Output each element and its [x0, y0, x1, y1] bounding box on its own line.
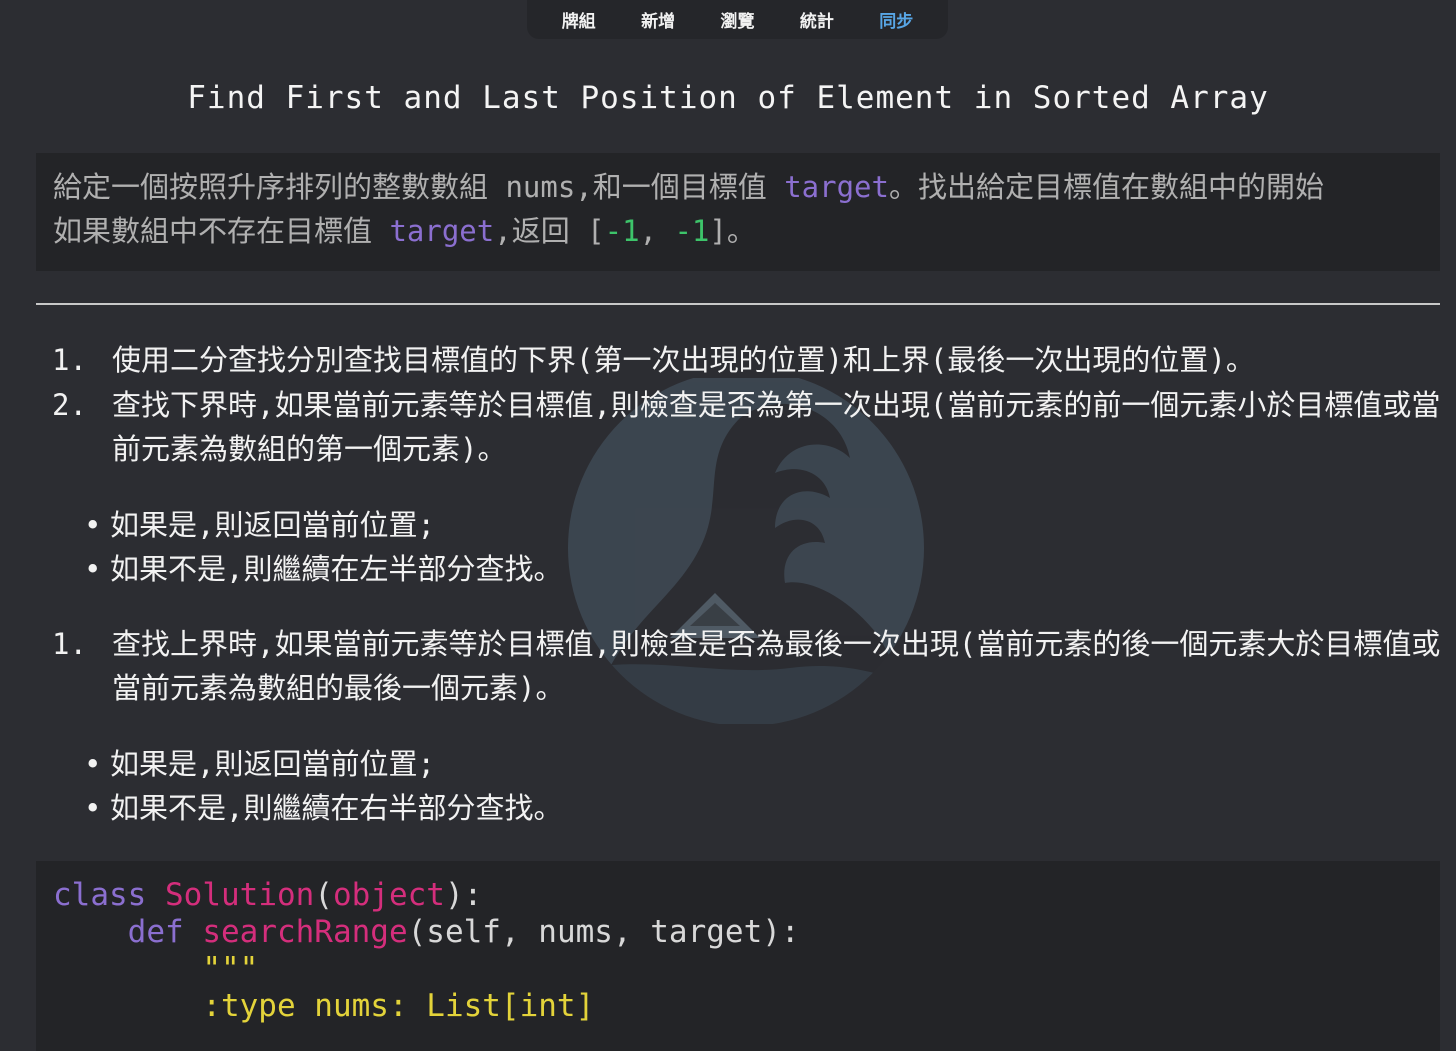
- desc-number: -1: [604, 214, 640, 248]
- desc-text: ,: [639, 214, 675, 248]
- bullet-icon: •: [84, 791, 102, 825]
- top-tab-bar: 牌組 新增 瀏覽 統計 同步: [527, 0, 948, 39]
- tab-decks[interactable]: 牌組: [556, 3, 602, 36]
- list-number: 2.: [52, 388, 87, 422]
- code-keyword: class: [53, 877, 147, 913]
- bullet-item: • 如果不是,則繼續在右半部分查找。: [84, 786, 562, 830]
- desc-target-keyword: target: [389, 214, 495, 248]
- tab-stats[interactable]: 統計: [794, 3, 840, 36]
- desc-text: 。找出給定目標值在數組中的開始: [888, 170, 1324, 204]
- code-punct: ):: [444, 877, 483, 913]
- code-keyword: def: [127, 914, 184, 950]
- list-number: 1.: [52, 627, 87, 661]
- description-line-1: 給定一個按照升序排列的整數數組 nums,和一個目標值 target。找出給定目…: [53, 165, 1440, 209]
- description-block: 給定一個按照升序排列的整數數組 nums,和一個目標值 target。找出給定目…: [36, 153, 1440, 271]
- code-line: def searchRange(self, nums, target):: [53, 914, 1440, 951]
- list-item: 2. 查找下界時,如果當前元素等於目標值,則檢查是否為第一次出現(當前元素的前一…: [52, 383, 1442, 471]
- bullet-item: • 如果是,則返回當前位置;: [84, 742, 435, 786]
- tab-add[interactable]: 新增: [635, 3, 681, 36]
- bullet-icon: •: [84, 747, 102, 781]
- code-builtin: object: [332, 877, 445, 913]
- bullet-text: 如果不是,則繼續在右半部分查找。: [110, 791, 563, 825]
- code-block: class Solution(object): def searchRange(…: [36, 861, 1440, 1051]
- description-line-2: 如果數組中不存在目標值 target,返回 [-1, -1]。: [53, 209, 1440, 253]
- code-class-name: Solution: [165, 877, 315, 913]
- bullet-item: • 如果是,則返回當前位置;: [84, 503, 435, 547]
- desc-number: -1: [674, 214, 710, 248]
- list-item: 1. 查找上界時,如果當前元素等於目標值,則檢查是否為最後一次出現(當前元素的後…: [52, 622, 1442, 710]
- list-text: 查找下界時,如果當前元素等於目標值,則檢查是否為第一次出現(當前元素的前一個元素…: [112, 388, 1441, 466]
- list-number: 1.: [52, 343, 87, 377]
- list-text: 使用二分查找分別查找目標值的下界(第一次出現的位置)和上界(最後一次出現的位置)…: [112, 343, 1255, 377]
- code-line: """: [53, 951, 1440, 988]
- bullet-item: • 如果不是,則繼續在左半部分查找。: [84, 547, 562, 591]
- tab-sync[interactable]: 同步: [873, 3, 919, 36]
- bullet-text: 如果是,則返回當前位置;: [110, 508, 435, 542]
- code-line: :type nums: List[int]: [53, 988, 1440, 1025]
- tab-browse[interactable]: 瀏覽: [714, 3, 760, 36]
- list-text: 查找上界時,如果當前元素等於目標值,則檢查是否為最後一次出現(當前元素的後一個元…: [112, 627, 1441, 705]
- bullet-icon: •: [84, 552, 102, 586]
- code-docstring: """: [202, 951, 259, 987]
- bullet-text: 如果是,則返回當前位置;: [110, 747, 435, 781]
- code-line: class Solution(object):: [53, 877, 1440, 914]
- desc-target-keyword: target: [784, 170, 889, 204]
- bullet-text: 如果不是,則繼續在左半部分查找。: [110, 552, 563, 586]
- desc-text: 給定一個按照升序排列的整數數組 nums,和一個目標值: [53, 170, 785, 204]
- code-docstring: :type nums: List[int]: [202, 988, 595, 1024]
- desc-text: ,返回 [: [494, 214, 605, 248]
- desc-text: ]。: [709, 214, 756, 248]
- code-function-name: searchRange: [202, 914, 408, 950]
- code-punct: (: [314, 877, 333, 913]
- horizontal-divider: [36, 303, 1440, 305]
- list-item: 1. 使用二分查找分別查找目標值的下界(第一次出現的位置)和上界(最後一次出現的…: [52, 338, 1442, 382]
- bullet-icon: •: [84, 508, 102, 542]
- card-title: Find First and Last Position of Element …: [187, 80, 1269, 116]
- code-args: (self, nums, target):: [407, 914, 800, 950]
- desc-text: 如果數組中不存在目標值: [53, 214, 390, 248]
